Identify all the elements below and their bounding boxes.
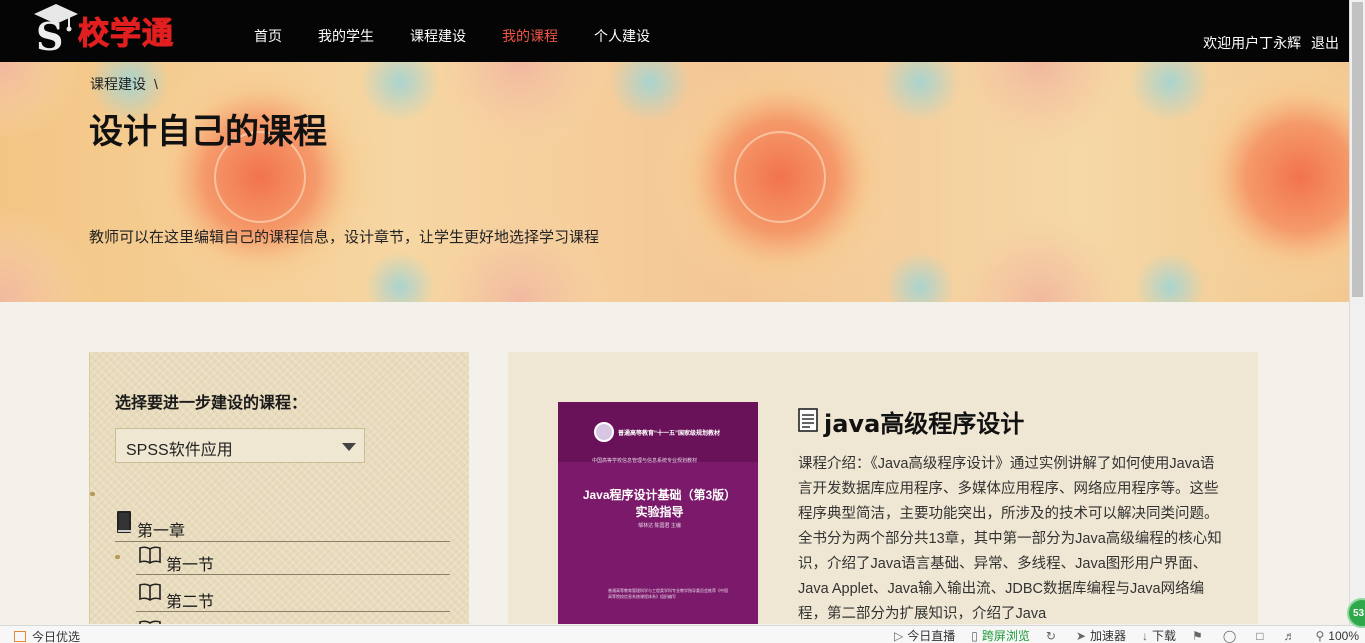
- status-left[interactable]: 今日优选: [14, 628, 80, 643]
- status-live[interactable]: ▷ 今日直播: [894, 627, 955, 643]
- nav-item-course-building[interactable]: 课程建设: [392, 0, 484, 62]
- gift-icon: [14, 631, 26, 642]
- svg-text:S: S: [36, 14, 63, 54]
- course-select[interactable]: SPSS软件应用: [115, 428, 365, 463]
- section-label: 第一节: [166, 557, 215, 574]
- nav-item-personal[interactable]: 个人建设: [576, 0, 668, 62]
- hero-pattern: [0, 62, 1349, 302]
- page-description: 教师可以在这里编辑自己的课程信息，设计章节，让学生更好地选择学习课程: [89, 229, 600, 246]
- status-download[interactable]: ↓ 下载: [1142, 627, 1176, 643]
- status-right: ▷ 今日直播 ▯ 跨屏浏览 ↻ ➤ 加速器 ↓ 下载 ⚑ ◯ □ ♬ ⚲ 100…: [894, 627, 1359, 643]
- status-download-label: 下载: [1152, 629, 1177, 643]
- cover-subseries: 中国高等学校信息管理与信息系统专业规划教材: [592, 458, 698, 464]
- site-logo[interactable]: S 校学通: [30, 2, 190, 58]
- chapter-item[interactable]: 第一章: [115, 508, 450, 542]
- status-accelerator-label: 加速器: [1090, 629, 1127, 643]
- breadcrumb-link[interactable]: 课程建设: [90, 76, 146, 92]
- course-cover-image: 普通高等教育“十一五”国家级规划教材 中国高等学校信息管理与信息系统专业规划教材…: [558, 402, 758, 624]
- status-speaker[interactable]: ♬: [1284, 629, 1300, 643]
- rocket-icon: ➤: [1075, 628, 1087, 643]
- logo-icon: S: [34, 4, 78, 54]
- status-zoom[interactable]: ⚲ 100%: [1316, 629, 1360, 643]
- breadcrumb: 课程建设 \: [90, 74, 158, 94]
- scrollbar-thumb[interactable]: [1352, 2, 1363, 297]
- course-select-value: SPSS软件应用: [126, 442, 233, 459]
- speaker-icon: ♬: [1283, 628, 1296, 643]
- breadcrumb-separator: \: [154, 76, 158, 92]
- cover-authors: 邹林达 陈国君 主编: [638, 523, 681, 529]
- refresh-icon: ↻: [1045, 628, 1056, 643]
- phone-icon: ▯: [971, 628, 978, 643]
- top-nav-bar: S 校学通 首页 我的学生 课程建设 我的课程 个人建设 欢迎用户丁永辉 退出: [0, 0, 1349, 62]
- vertical-scrollbar[interactable]: [1349, 0, 1365, 625]
- play-icon: ▷: [894, 628, 904, 643]
- status-cross-screen-label: 跨屏浏览: [981, 629, 1030, 643]
- cover-subtitle: 实验指导: [635, 505, 684, 519]
- cover-seal-icon: [594, 422, 614, 442]
- section-item[interactable]: 第一节: [136, 542, 450, 575]
- logo-text: 校学通: [78, 16, 174, 53]
- section-label: 第二节: [166, 594, 215, 611]
- cover-fine-print: 普通高等教育管理科学与工程类学科专业教学指导委员会推荐《中国高等院校信息系统课程…: [608, 588, 728, 599]
- course-picker-label: 选择要进一步建设的课程：: [115, 395, 308, 412]
- open-book-icon: [139, 583, 161, 601]
- logout-link[interactable]: 退出: [1311, 35, 1339, 51]
- flag-icon: ⚑: [1192, 628, 1203, 643]
- status-refresh[interactable]: ↻: [1046, 629, 1060, 643]
- status-ie[interactable]: ◯: [1223, 629, 1240, 643]
- course-picker-panel: 选择要进一步建设的课程： SPSS软件应用 第一章 第一节 第二节: [89, 352, 469, 624]
- nav-item-my-courses[interactable]: 我的课程: [484, 0, 576, 62]
- status-flag[interactable]: ⚑: [1192, 629, 1207, 643]
- open-book-icon: [139, 620, 161, 624]
- book-closed-icon: [117, 511, 131, 533]
- decor-dot: [90, 492, 95, 496]
- hero-banner: 课程建设 \ 设计自己的课程 教师可以在这里编辑自己的课程信息，设计章节，让学生更…: [0, 62, 1349, 302]
- welcome-user[interactable]: 欢迎用户丁永辉: [1203, 35, 1301, 51]
- course-description: 课程介绍：《Java高级程序设计》通过实例讲解了如何使用Java语言开发数据库应…: [798, 456, 1222, 622]
- nav-item-my-students[interactable]: 我的学生: [300, 0, 392, 62]
- status-cross-screen[interactable]: ▯ 跨屏浏览: [971, 627, 1030, 643]
- course-detail-panel: 普通高等教育“十一五”国家级规划教材 中国高等学校信息管理与信息系统专业规划教材…: [508, 352, 1258, 624]
- document-icon: [798, 408, 818, 432]
- page-title: 设计自己的课程: [89, 112, 327, 152]
- window-icon: □: [1256, 628, 1264, 643]
- decor-dot: [115, 555, 120, 559]
- zoom-icon: ⚲: [1315, 628, 1325, 643]
- cover-title: Java程序设计基础（第3版）: [582, 488, 737, 502]
- chapter-label: 第一章: [137, 523, 186, 540]
- download-icon: ↓: [1142, 628, 1149, 643]
- chevron-down-icon: [342, 443, 356, 451]
- main-nav: 首页 我的学生 课程建设 我的课程 个人建设: [236, 0, 668, 62]
- course-title-text: java高级程序设计: [824, 410, 1025, 438]
- status-accelerator[interactable]: ➤ 加速器: [1076, 627, 1126, 643]
- browser-status-bar: 今日优选 ▷ 今日直播 ▯ 跨屏浏览 ↻ ➤ 加速器 ↓ 下载 ⚑ ◯ □ ♬ …: [0, 625, 1365, 643]
- user-box: 欢迎用户丁永辉 退出: [1197, 33, 1339, 53]
- ie-icon: ◯: [1222, 628, 1237, 643]
- section-item[interactable]: 第二节: [136, 579, 450, 612]
- cover-series: 普通高等教育“十一五”国家级规划教材: [618, 431, 721, 437]
- open-book-icon: [139, 546, 161, 564]
- status-zoom-label: 100%: [1328, 628, 1359, 643]
- status-live-label: 今日直播: [907, 629, 956, 643]
- status-window[interactable]: □: [1256, 629, 1267, 643]
- status-today-picks: 今日优选: [32, 630, 81, 643]
- nav-item-home[interactable]: 首页: [236, 0, 300, 62]
